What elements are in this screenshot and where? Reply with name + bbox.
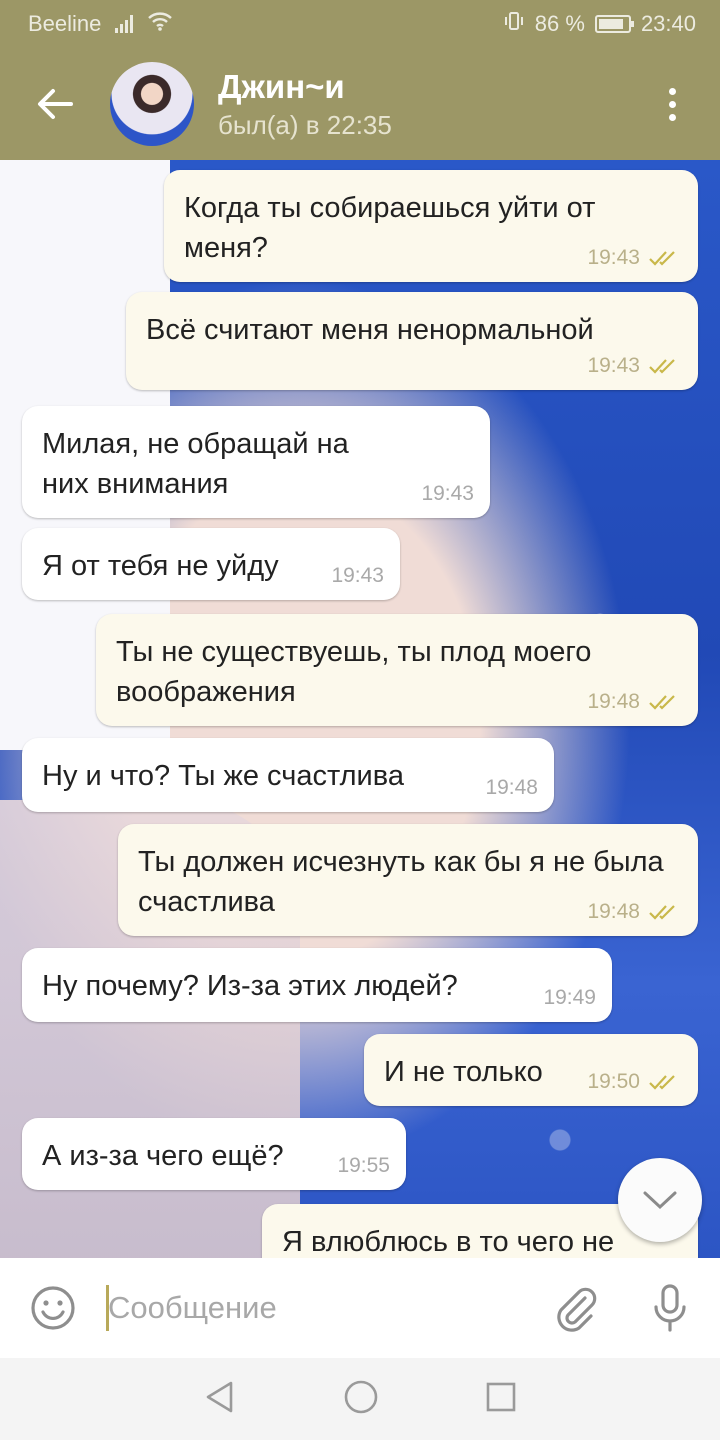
message-bubble[interactable]: Когда ты собираешься уйти от меня? 19:43 — [164, 170, 698, 282]
message-input-wrapper — [106, 1278, 530, 1338]
message-bubble[interactable]: Ты не существуешь, ты плод моего воображ… — [96, 614, 698, 726]
more-menu-button[interactable] — [624, 48, 720, 160]
system-navigation-bar — [0, 1358, 720, 1440]
message-bubble[interactable]: А из-за чего ещё? 19:55 — [22, 1118, 406, 1190]
message-time: 19:48 — [485, 776, 538, 799]
arrow-left-icon — [38, 89, 73, 119]
nav-back-button[interactable] — [203, 1380, 237, 1419]
nav-home-button[interactable] — [343, 1379, 379, 1420]
avatar[interactable] — [110, 62, 194, 146]
message-time: 19:55 — [337, 1154, 390, 1177]
scroll-down-button[interactable] — [618, 1158, 702, 1242]
read-ticks-icon — [648, 249, 682, 267]
message-bubble[interactable]: Ну и что? Ты же счастлива 19:48 — [22, 738, 554, 812]
message-time: 19:43 — [421, 482, 474, 505]
wifi-icon — [147, 11, 173, 37]
message-text: Ну и что? Ты же счастлива — [42, 760, 404, 792]
chat-area[interactable]: Когда ты собираешься уйти от меня? 19:43… — [0, 160, 720, 1258]
message-bubble[interactable]: Ты должен исчезнуть как бы я не была сча… — [118, 824, 698, 936]
microphone-icon — [654, 1284, 686, 1332]
message-time: 19:48 — [587, 900, 640, 923]
message-bubble[interactable]: Я от тебя не уйду 19:43 — [22, 528, 400, 600]
vibrate-icon — [503, 10, 525, 38]
last-seen-status: был(а) в 22:35 — [218, 109, 392, 140]
carrier-name: Beeline — [28, 11, 102, 36]
attach-button[interactable] — [530, 1284, 620, 1332]
chevron-down-icon — [643, 1191, 677, 1210]
read-ticks-icon — [648, 693, 682, 711]
contact-name: Джин~и — [218, 67, 345, 105]
triangle-back-icon — [206, 1381, 233, 1412]
message-bubble[interactable]: И не только 19:50 — [364, 1034, 698, 1106]
message-time: 19:49 — [543, 986, 596, 1009]
clock: 23:40 — [640, 11, 696, 36]
read-ticks-icon — [648, 1073, 682, 1091]
message-text: Всё считают меня ненормальной — [146, 314, 594, 346]
message-time: 19:50 — [587, 1070, 640, 1093]
signal-icon — [115, 15, 134, 33]
message-time: 19:43 — [331, 564, 384, 587]
nav-recents-button[interactable] — [485, 1381, 517, 1418]
message-bubble[interactable]: Ну почему? Из-за этих людей? 19:49 — [22, 948, 612, 1022]
battery-icon — [594, 15, 634, 33]
message-text: Я от тебя не уйду — [42, 550, 279, 582]
square-recents-icon — [486, 1382, 516, 1411]
battery-percent: 86 % — [534, 11, 585, 36]
back-button[interactable] — [0, 48, 110, 160]
more-vertical-icon — [668, 87, 676, 95]
circle-home-icon — [344, 1380, 378, 1413]
message-input[interactable] — [106, 1290, 530, 1326]
message-time: 19:43 — [587, 354, 640, 377]
message-text: Я влюблюсь в то чего не — [282, 1226, 615, 1258]
message-time: 19:43 — [587, 246, 640, 269]
message-text: Ну почему? Из-за этих людей? — [42, 970, 458, 1002]
paperclip-icon — [557, 1287, 597, 1332]
read-ticks-icon — [648, 357, 682, 375]
chat-header: Джин~и был(а) в 22:35 — [0, 48, 720, 160]
message-time: 19:48 — [587, 690, 640, 713]
message-text: Милая, не обращай на них внимания — [42, 428, 349, 500]
message-bubble[interactable]: Милая, не обращай на них внимания 19:43 — [22, 406, 490, 518]
contact-info[interactable]: Джин~и был(а) в 22:35 — [218, 68, 392, 141]
smiley-icon — [31, 1286, 75, 1330]
message-text: А из-за чего ещё? — [42, 1140, 284, 1172]
message-composer — [0, 1258, 720, 1358]
emoji-button[interactable] — [0, 1284, 106, 1332]
text-cursor — [106, 1285, 109, 1331]
status-bar: Beeline 86 % 23:40 — [0, 0, 720, 48]
message-bubble[interactable]: Всё считают меня ненормальной 19:43 — [126, 292, 698, 390]
voice-record-button[interactable] — [620, 1283, 720, 1333]
read-ticks-icon — [648, 903, 682, 921]
